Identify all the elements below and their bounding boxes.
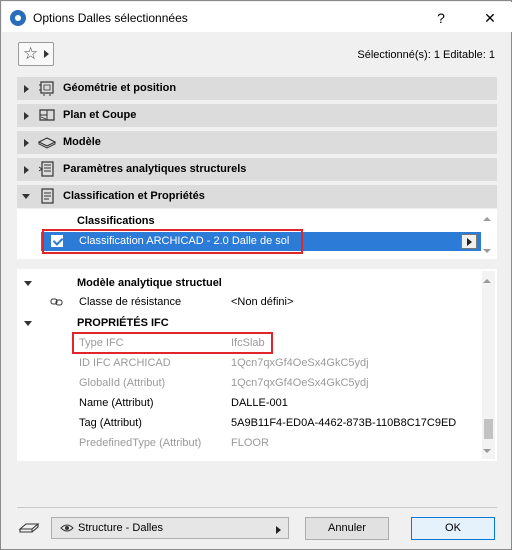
link-icon: [50, 298, 63, 306]
property-name: GlobalId (Attribut): [79, 377, 166, 389]
section-analytic[interactable]: Paramètres analytiques structurels: [17, 158, 497, 181]
property-name: PredefinedType (Attribut): [79, 437, 202, 449]
favorites-button[interactable]: ☆: [18, 42, 54, 66]
ok-button[interactable]: OK: [411, 517, 495, 540]
scroll-down-icon[interactable]: [483, 449, 491, 453]
slab-tool-icon: [18, 523, 40, 533]
highlight-box: [42, 229, 303, 254]
layer-combo-text: Structure - Dalles: [78, 522, 163, 534]
section-model[interactable]: Modèle: [17, 131, 497, 154]
caret-right-icon: [44, 50, 49, 58]
property-name: ID IFC ARCHICAD: [79, 357, 171, 369]
scroll-down-icon[interactable]: [483, 249, 491, 253]
highlight-box: [72, 332, 273, 354]
dialog-window: Options Dalles sélectionnées ? ✕ ☆ Sélec…: [0, 0, 512, 550]
section-geometry[interactable]: Géométrie et position: [17, 77, 497, 100]
expand-arrow-icon: [24, 166, 29, 174]
property-value: 1Qcn7qxGf4OeSx4GkC5ydj: [231, 377, 369, 389]
group-collapse-icon[interactable]: [24, 281, 32, 286]
caret-right-icon: [276, 526, 281, 534]
group-title: PROPRIÉTÉS IFC: [77, 317, 169, 329]
properties-scrollbar[interactable]: [482, 271, 495, 459]
collapse-arrow-icon: [22, 194, 30, 199]
section-classification[interactable]: Classification et Propriétés: [17, 185, 497, 208]
section-label: Paramètres analytiques structurels: [63, 163, 247, 175]
scroll-thumb[interactable]: [484, 419, 493, 439]
expand-arrow-icon: [24, 112, 29, 120]
expand-arrow-icon: [24, 139, 29, 147]
window-title: Options Dalles sélectionnées: [33, 11, 188, 25]
section-label: Classification et Propriétés: [63, 190, 205, 202]
scroll-up-icon[interactable]: [483, 217, 491, 221]
classification-icon: [41, 188, 54, 204]
selection-info: Sélectionné(s): 1 Editable: 1: [357, 49, 495, 61]
footer-divider: [17, 507, 497, 508]
scroll-up-icon[interactable]: [483, 279, 491, 283]
model-icon: [38, 137, 56, 149]
geometry-icon: [39, 81, 54, 96]
classification-scrollbar[interactable]: [482, 211, 495, 257]
property-value[interactable]: 5A9B11F4-ED0A-4462-873B-110B8C17C9ED: [231, 417, 456, 429]
close-button[interactable]: ✕: [476, 6, 504, 30]
floorplan-icon: [39, 109, 55, 121]
section-label: Plan et Coupe: [63, 109, 137, 121]
expand-arrow-icon: [24, 85, 29, 93]
cancel-button[interactable]: Annuler: [305, 517, 389, 540]
classification-expand-button[interactable]: [461, 234, 477, 249]
analytic-icon: [38, 161, 54, 177]
section-label: Modèle: [63, 136, 101, 148]
group-collapse-icon[interactable]: [24, 321, 32, 326]
group-title: Modèle analytique structuel: [77, 277, 222, 289]
property-name: Classe de résistance: [79, 296, 182, 308]
property-value: 1Qcn7qxGf4OeSx4GkC5ydj: [231, 357, 369, 369]
section-floorplan[interactable]: Plan et Coupe: [17, 104, 497, 127]
property-value: FLOOR: [231, 437, 269, 449]
property-name: Name (Attribut): [79, 397, 154, 409]
property-value[interactable]: DALLE-001: [231, 397, 288, 409]
help-button[interactable]: ?: [427, 6, 455, 30]
eye-icon: [60, 524, 74, 532]
property-name: Tag (Attribut): [79, 417, 142, 429]
layer-combo[interactable]: Structure - Dalles: [51, 517, 289, 539]
property-value[interactable]: <Non défini>: [231, 296, 293, 308]
title-bar: Options Dalles sélectionnées ? ✕: [2, 2, 512, 32]
classifications-header: Classifications: [77, 215, 155, 227]
star-icon: ☆: [23, 44, 39, 63]
section-label: Géométrie et position: [63, 82, 177, 94]
archicad-logo-icon: [10, 10, 26, 26]
